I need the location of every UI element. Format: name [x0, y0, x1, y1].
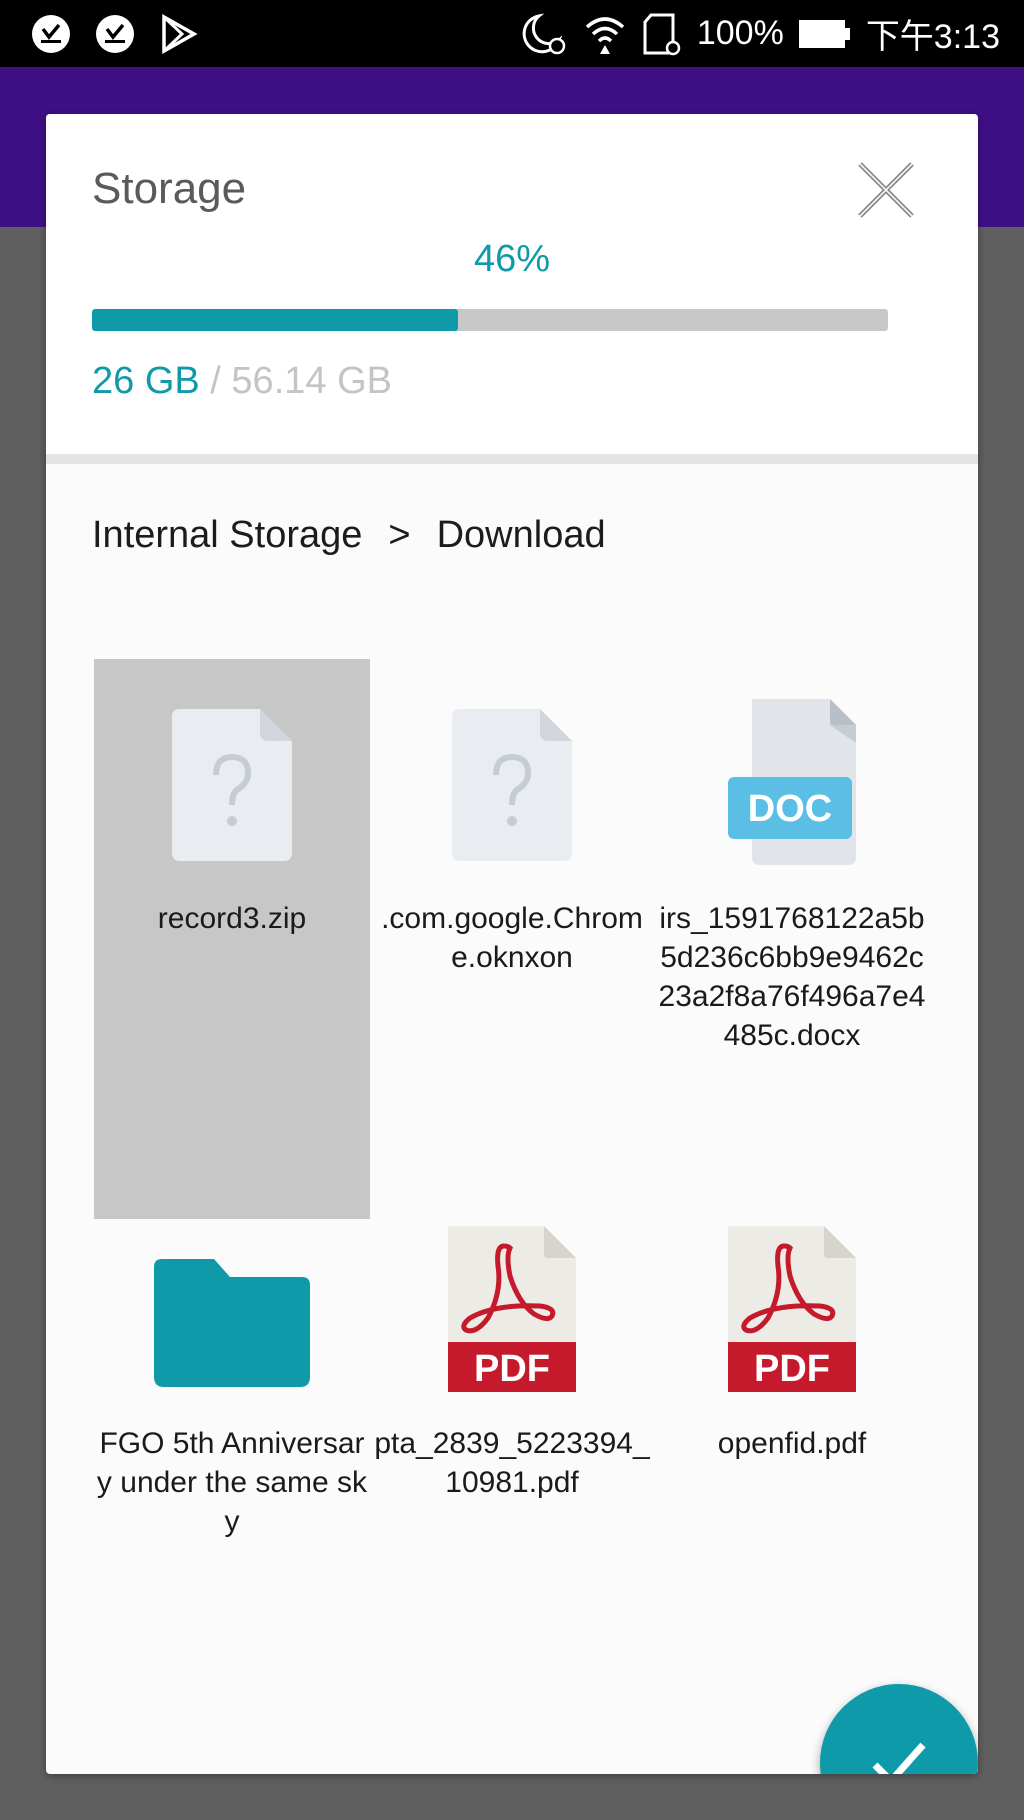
file-item-pta-pdf[interactable]: PDF pta_2839_5223394_10981.pdf	[374, 1224, 650, 1644]
folder-icon	[94, 1259, 370, 1387]
breadcrumb-separator: >	[388, 514, 411, 556]
file-name: openfid.pdf	[717, 1427, 867, 1460]
usage-percent: 46%	[473, 238, 551, 280]
pdf-badge-label: PDF	[474, 1348, 550, 1390]
pdf-badge-label: PDF	[754, 1348, 830, 1390]
status-bar: 100% 下午3:13	[0, 0, 1024, 67]
breadcrumb-download[interactable]: Download	[437, 514, 606, 557]
close-icon	[858, 162, 914, 218]
file-item-irs-docx[interactable]: DOC irs_1591768122a5b5d236c6bb9e9462c23a…	[654, 659, 930, 1219]
file-name: irs_1591768122a5b5d236c6bb9e9462c23a2f8a…	[658, 902, 926, 1052]
file-name: .com.google.Chrome.oknxon	[381, 902, 643, 974]
confirm-button[interactable]	[820, 1684, 978, 1774]
download-done-icon	[94, 13, 136, 55]
usage-separator: /	[199, 360, 232, 402]
total-space: 56.14 GB	[231, 360, 392, 402]
folder-item-fgo[interactable]: FGO 5th Anniversary under the same sky	[94, 1224, 370, 1644]
breadcrumb-internal-storage[interactable]: Internal Storage	[92, 514, 362, 557]
storage-usage: 26 GB / 56.14 GB	[92, 360, 392, 403]
dialog-title: Storage	[92, 164, 247, 213]
wifi-icon	[583, 13, 627, 55]
file-name: record3.zip	[157, 902, 307, 935]
close-button[interactable]	[854, 158, 918, 222]
check-icon	[872, 1742, 926, 1774]
storage-progress-bar	[92, 309, 888, 331]
unknown-file-icon	[374, 709, 650, 861]
sd-card-icon	[641, 12, 683, 56]
pdf-file-icon: PDF	[654, 1226, 930, 1392]
file-name: pta_2839_5223394_10981.pdf	[374, 1427, 650, 1499]
divider	[46, 454, 978, 464]
breadcrumb: Internal Storage > Download	[92, 514, 606, 557]
file-item-record3-zip[interactable]: record3.zip	[94, 659, 370, 1219]
storage-header: Storage 46% 26 GB / 56.14 GB	[46, 114, 978, 454]
pdf-file-icon: PDF	[374, 1226, 650, 1392]
storage-progress-fill	[92, 309, 459, 331]
storage-dialog: Storage 46% 26 GB / 56.14 GB Internal St…	[46, 114, 978, 1774]
battery-icon	[798, 18, 852, 50]
doc-badge-label: DOC	[748, 788, 832, 830]
file-item-chrome-oknxon[interactable]: .com.google.Chrome.oknxon	[374, 659, 650, 1079]
battery-percent: 100%	[696, 14, 784, 52]
play-store-icon	[158, 13, 198, 54]
file-name: FGO 5th Anniversary under the same sky	[96, 1427, 368, 1538]
file-item-openfid-pdf[interactable]: PDF openfid.pdf	[654, 1224, 930, 1644]
alarm-moon-icon	[521, 12, 569, 56]
doc-file-icon: DOC	[654, 699, 930, 865]
used-space: 26 GB	[92, 360, 200, 402]
download-done-icon	[30, 13, 72, 55]
unknown-file-icon	[94, 709, 370, 861]
clock: 下午3:13	[865, 18, 1000, 56]
